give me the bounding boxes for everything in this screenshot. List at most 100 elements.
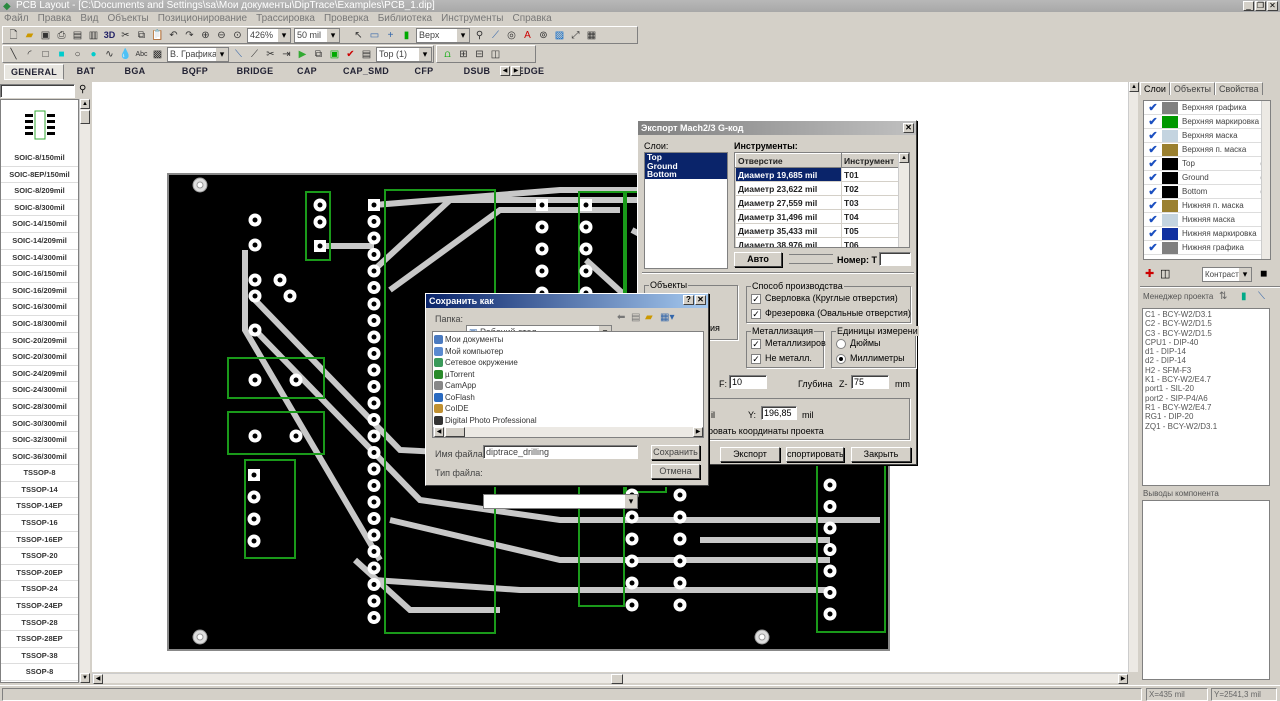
route-edit-icon[interactable]: ⟋ [248, 48, 261, 61]
component-item[interactable]: TSSOP-28 [1, 615, 78, 632]
find-icon[interactable]: ⚲ [473, 29, 486, 42]
layer-visible-checkbox[interactable]: ✔ [1144, 241, 1162, 254]
cut-icon[interactable]: ✂ [119, 29, 132, 42]
layer-row[interactable]: ✔ Нижняя маркировка [1144, 227, 1270, 241]
layer-row[interactable]: ✔ Нижняя п. маска [1144, 199, 1270, 213]
project-item[interactable]: C1 - BCY-W2/D3.1 [1145, 310, 1267, 319]
save-icon[interactable]: ▣ [39, 29, 52, 42]
layer-row[interactable]: ✔Top(1) [1144, 157, 1270, 171]
layer-color-swatch[interactable] [1162, 101, 1178, 114]
nets-view-icon[interactable]: ⟍ [1258, 291, 1265, 302]
text-tool[interactable]: Abc [135, 48, 148, 61]
layer-visible-checkbox[interactable]: ✔ [1144, 115, 1162, 128]
image-icon[interactable]: ▩ [151, 48, 164, 61]
3d-button[interactable]: 3D [103, 29, 116, 42]
route-icon[interactable]: ⟋ [489, 29, 502, 42]
restore-button[interactable]: ❐ [1255, 1, 1266, 11]
layer-row[interactable]: ✔ Нижняя графика [1144, 241, 1270, 255]
component-item[interactable]: SOIC-14/300mil [1, 250, 78, 267]
panel-tab[interactable]: Слои [1140, 82, 1170, 95]
filetype-combo[interactable] [483, 494, 638, 509]
component-item[interactable]: TSSOP-28EP [1, 631, 78, 648]
preview-icon[interactable]: ▤ [71, 29, 84, 42]
project-item[interactable]: port1 - SIL-20 [1145, 384, 1267, 393]
arrange-icon[interactable]: ⊞ [457, 48, 470, 61]
file-item[interactable]: Мой компьютер [434, 346, 702, 358]
scroll-up-button[interactable]: ▲ [80, 99, 90, 109]
tabs-right-button[interactable]: ▶ [511, 66, 521, 76]
component-item[interactable]: SOIC-16/209mil [1, 283, 78, 300]
tool-row[interactable]: Диаметр 27,559 mil T03 [735, 195, 899, 210]
close-dialog-button[interactable]: Закрыть [851, 447, 911, 462]
properties-icon[interactable]: ◫ [489, 48, 502, 61]
sort-icon[interactable]: ⇅ [1219, 291, 1227, 302]
tools-scrollbar[interactable]: ▲ [898, 153, 909, 247]
component-item[interactable]: SOIC-16/300mil [1, 299, 78, 316]
menu-item[interactable]: Трассировка [256, 12, 315, 26]
project-item[interactable]: RG1 - DIP-20 [1145, 412, 1267, 421]
library-tab[interactable]: BGA [108, 64, 162, 80]
polyline-icon[interactable]: ∿ [103, 48, 116, 61]
layer-color-swatch[interactable] [1162, 157, 1178, 170]
component-item[interactable]: TSSOP-16 [1, 515, 78, 532]
paste-icon[interactable]: 📋 [151, 29, 164, 42]
mm-radio[interactable]: Миллиметры [836, 353, 905, 364]
layer-color-swatch[interactable] [1162, 241, 1178, 254]
filled-rectangle-icon[interactable]: ■ [55, 48, 68, 61]
component-item[interactable]: SOIC-18/300mil [1, 316, 78, 333]
origin-icon[interactable]: + [384, 29, 397, 42]
panel-tab[interactable]: Объекты [1169, 82, 1216, 95]
pointer-icon[interactable]: ↖ [352, 29, 365, 42]
file-item[interactable]: Сетевое окружение [434, 357, 702, 369]
project-item[interactable]: d1 - DIP-14 [1145, 347, 1267, 356]
export-layers-list[interactable]: Top Ground Bottom [644, 152, 728, 269]
layer-row[interactable]: ✔ Верхняя графика [1144, 101, 1270, 115]
undo-icon[interactable]: ↶ [167, 29, 180, 42]
route-move-icon[interactable]: ⇥ [280, 48, 293, 61]
drilling-checkbox[interactable]: ✓ Сверловка (Круглые отверстия) [751, 293, 898, 304]
close-button[interactable]: ✕ [1267, 1, 1278, 11]
project-item[interactable]: C2 - BCY-W2/D1.5 [1145, 319, 1267, 328]
view-menu-icon[interactable]: ▦▾ [660, 312, 674, 323]
tool-row[interactable]: Диаметр 31,496 mil T04 [735, 209, 899, 224]
checkbox[interactable]: ✓ [751, 293, 761, 304]
scroll-thumb[interactable] [80, 110, 90, 124]
scroll-right-button[interactable]: ▶ [693, 427, 703, 437]
component-item[interactable]: TSSOP-24EP [1, 598, 78, 615]
file-item[interactable]: µTorrent [434, 369, 702, 381]
component-item[interactable]: TSSOP-20EP [1, 565, 78, 582]
layer-color-swatch[interactable] [1162, 171, 1178, 184]
project-item[interactable]: ZQ1 - BCY-W2/D3.1 [1145, 422, 1267, 431]
col-tool-header[interactable]: Инструмент [841, 153, 899, 168]
component-item[interactable]: SOIC-32/300mil [1, 432, 78, 449]
canvas-vertical-scrollbar[interactable]: ▲ [1128, 82, 1139, 672]
contrast-combo[interactable]: Контраст [1202, 267, 1252, 282]
rectangle-icon[interactable]: □ [39, 48, 52, 61]
scroll-up-button[interactable]: ▲ [1129, 82, 1139, 92]
scroll-thumb[interactable] [611, 674, 623, 684]
layer-row[interactable]: ✔Ground(2) [1144, 171, 1270, 185]
filled-ellipse-icon[interactable]: ● [87, 48, 100, 61]
search-binoculars-icon[interactable]: ⚲ [79, 84, 86, 95]
layer-row[interactable]: ✔ Верхняя маска [1144, 129, 1270, 143]
cancel-button[interactable]: Отмена [651, 464, 700, 479]
print-icon[interactable]: ⎙ [55, 29, 68, 42]
dialog-close-button[interactable]: ✕ [695, 295, 706, 305]
tool-row[interactable]: Диаметр 35,433 mil T05 [735, 223, 899, 238]
component-item[interactable]: SOIC-8/300mil [1, 200, 78, 217]
menu-item[interactable]: Справка [512, 12, 551, 26]
checkbox[interactable]: ✓ [751, 353, 761, 364]
component-item[interactable]: TSSOP-14 [1, 482, 78, 499]
inches-radio[interactable]: Дюймы [836, 338, 881, 349]
scroll-thumb[interactable] [445, 427, 465, 437]
depth-input[interactable]: 75 [851, 375, 889, 389]
component-item[interactable]: SOIC-28/300mil [1, 399, 78, 416]
canvas-horizontal-scrollbar[interactable]: ◀ ▶ [92, 673, 1128, 684]
tool-slider[interactable] [789, 254, 833, 264]
file-list[interactable]: Мои документы Мой компьютер Сетевое окруже… [432, 331, 704, 438]
help-button[interactable]: ? [683, 295, 694, 305]
layer-visible-checkbox[interactable]: ✔ [1144, 171, 1162, 184]
tool-row[interactable]: Диаметр 38,976 mil T06 [735, 237, 899, 247]
menu-item[interactable]: Объекты [107, 12, 148, 26]
library-tab[interactable]: GENERAL [4, 64, 64, 80]
